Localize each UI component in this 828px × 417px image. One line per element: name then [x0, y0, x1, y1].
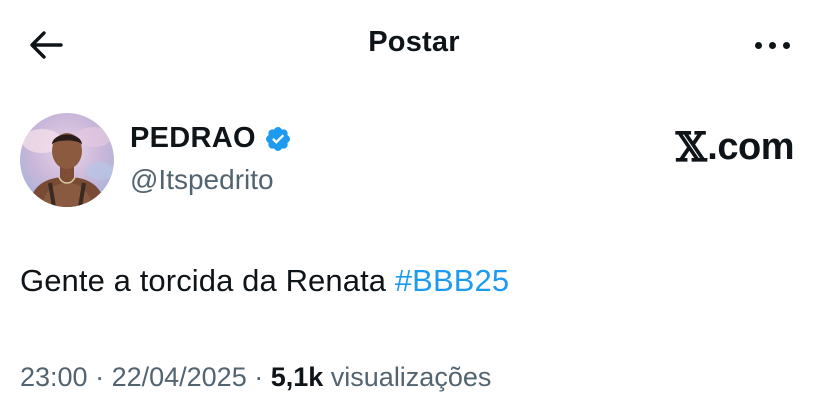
more-options-button[interactable] [742, 28, 802, 62]
author-name-row[interactable]: PEDRAO [130, 122, 292, 155]
tweet-body: Gente a torcida da Renata [20, 263, 395, 298]
verified-badge-icon [264, 125, 292, 153]
watermark-text: .com [707, 126, 794, 168]
hashtag-link[interactable]: #BBB25 [395, 263, 509, 298]
avatar-image [20, 113, 114, 207]
views-count[interactable]: 5,1k [271, 362, 324, 392]
more-dot [768, 41, 776, 49]
meta-separator: · [87, 362, 112, 392]
author-display-name: PEDRAO [130, 122, 256, 154]
x-logo-icon: 𝕏 [675, 124, 707, 171]
top-bar: Postar [0, 0, 828, 90]
tweet-text: Gente a torcida da Renata #BBB25 [20, 263, 509, 299]
meta-separator: · [246, 362, 271, 392]
author-handle[interactable]: @Itspedrito [130, 164, 274, 196]
page-title: Postar [368, 26, 460, 58]
views-label: visualizações [323, 362, 492, 392]
tweet-time[interactable]: 23:00 [20, 362, 88, 392]
avatar[interactable] [20, 113, 114, 207]
more-dot [782, 41, 790, 49]
x-com-watermark: 𝕏 .com [675, 124, 795, 171]
more-horizontal-icon [754, 41, 762, 49]
tweet-metadata: 23:00 · 22/04/2025 · 5,1k visualizações [20, 362, 491, 393]
tweet-date[interactable]: 22/04/2025 [112, 362, 247, 392]
